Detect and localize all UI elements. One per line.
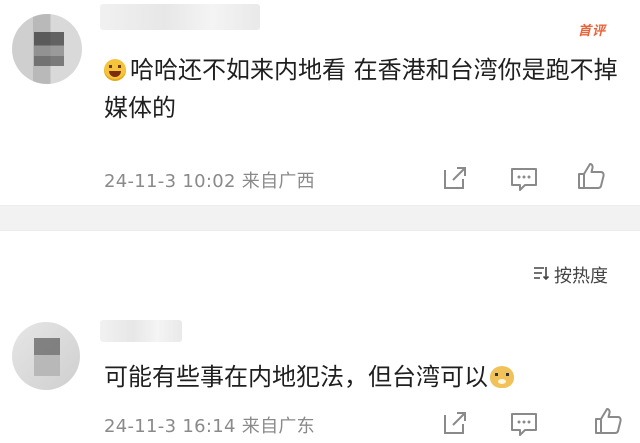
share-icon[interactable]: [441, 409, 469, 437]
username-blurred[interactable]: [100, 320, 182, 342]
like-icon[interactable]: [575, 160, 607, 192]
section-divider: [0, 205, 640, 231]
comment-date: 24-11-3 10:02: [104, 171, 236, 192]
laughing-emoji-icon: [104, 59, 126, 81]
comment-body: 哈哈还不如来内地看 在香港和台湾你是跑不掉媒体的: [104, 56, 618, 122]
comment-meta: 24-11-3 16:14 来自广东: [104, 412, 315, 438]
username-blurred[interactable]: [100, 4, 260, 30]
share-icon[interactable]: [441, 164, 469, 192]
sort-button[interactable]: 按热度: [532, 262, 608, 288]
comment-text: 可能有些事在内地犯法，但台湾可以: [104, 358, 624, 396]
comment-icon[interactable]: [509, 165, 539, 193]
comment-meta: 24-11-3 10:02 来自广西: [104, 167, 315, 193]
first-comment-badge: 首评: [578, 24, 607, 39]
sort-icon: [532, 264, 550, 287]
like-icon[interactable]: [592, 405, 624, 437]
comment-icon[interactable]: [509, 410, 539, 438]
comment-text: 哈哈还不如来内地看 在香港和台湾你是跑不掉媒体的: [104, 51, 624, 127]
sort-label: 按热度: [554, 266, 608, 287]
comment-body: 可能有些事在内地犯法，但台湾可以: [104, 363, 488, 391]
comment-location: 来自广东: [241, 416, 315, 437]
avatar[interactable]: [12, 322, 80, 390]
avatar[interactable]: [12, 14, 82, 84]
comment-date: 24-11-3 16:14: [104, 416, 236, 437]
comment-location: 来自广西: [241, 171, 315, 192]
doge-emoji-icon: [490, 366, 514, 388]
